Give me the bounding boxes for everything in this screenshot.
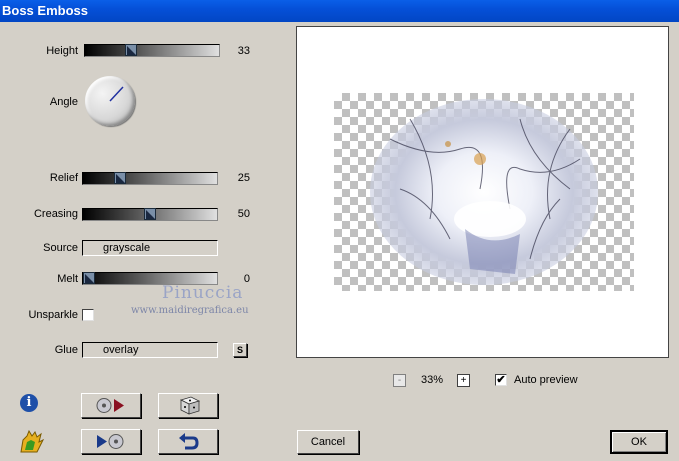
preview-image: [370, 99, 598, 285]
cancel-button[interactable]: Cancel: [297, 430, 359, 454]
disc-play-icon: [96, 398, 124, 413]
zoom-out-button[interactable]: -: [393, 374, 406, 387]
melt-slider-thumb[interactable]: [83, 272, 95, 284]
creasing-slider[interactable]: [82, 208, 218, 221]
watermark-url: www.maidiregrafica.eu: [131, 305, 249, 316]
unsparkle-checkbox[interactable]: [82, 309, 94, 321]
source-select[interactable]: grayscale: [82, 240, 218, 256]
preview-panel: [296, 26, 669, 358]
preview-canvas: [334, 93, 634, 291]
angle-label: Angle: [49, 96, 78, 108]
undo-arrow-icon: [179, 433, 199, 450]
watermark-name: Pinuccia: [162, 283, 244, 303]
hand-logo-icon: [17, 428, 45, 454]
auto-preview-label: Auto preview: [514, 374, 578, 386]
height-value: 33: [237, 45, 250, 57]
auto-preview-checkbox[interactable]: ✔: [495, 374, 507, 386]
random-button[interactable]: [158, 393, 218, 418]
info-icon[interactable]: i: [20, 394, 38, 412]
creasing-label: Creasing: [33, 208, 78, 220]
ok-button[interactable]: OK: [610, 430, 668, 454]
creasing-slider-thumb[interactable]: [144, 208, 156, 220]
relief-label: Relief: [49, 172, 78, 184]
zoom-level: 33%: [420, 374, 444, 386]
play-next-button[interactable]: [81, 393, 141, 418]
angle-dial[interactable]: [85, 76, 135, 126]
relief-slider-thumb[interactable]: [114, 172, 126, 184]
height-label: Height: [46, 45, 78, 57]
creasing-value: 50: [237, 208, 250, 220]
height-slider-thumb[interactable]: [125, 44, 137, 56]
play-prev-button[interactable]: [81, 429, 141, 454]
window-title: Boss Emboss: [0, 0, 679, 22]
relief-slider[interactable]: [82, 172, 218, 185]
glue-s-button[interactable]: S: [233, 343, 247, 357]
relief-value: 25: [237, 172, 250, 184]
zoom-in-button[interactable]: +: [457, 374, 470, 387]
angle-indicator: [109, 86, 124, 102]
play-disc-icon: [97, 434, 124, 449]
height-slider[interactable]: [84, 44, 220, 57]
preview-branches: [389, 118, 581, 274]
undo-button[interactable]: [158, 429, 218, 454]
dice-icon: [179, 396, 201, 415]
glue-label: Glue: [54, 344, 78, 356]
melt-label: Melt: [57, 273, 78, 285]
glue-select[interactable]: overlay: [82, 342, 218, 358]
source-label: Source: [43, 242, 78, 254]
unsparkle-label: Unsparkle: [28, 309, 78, 321]
